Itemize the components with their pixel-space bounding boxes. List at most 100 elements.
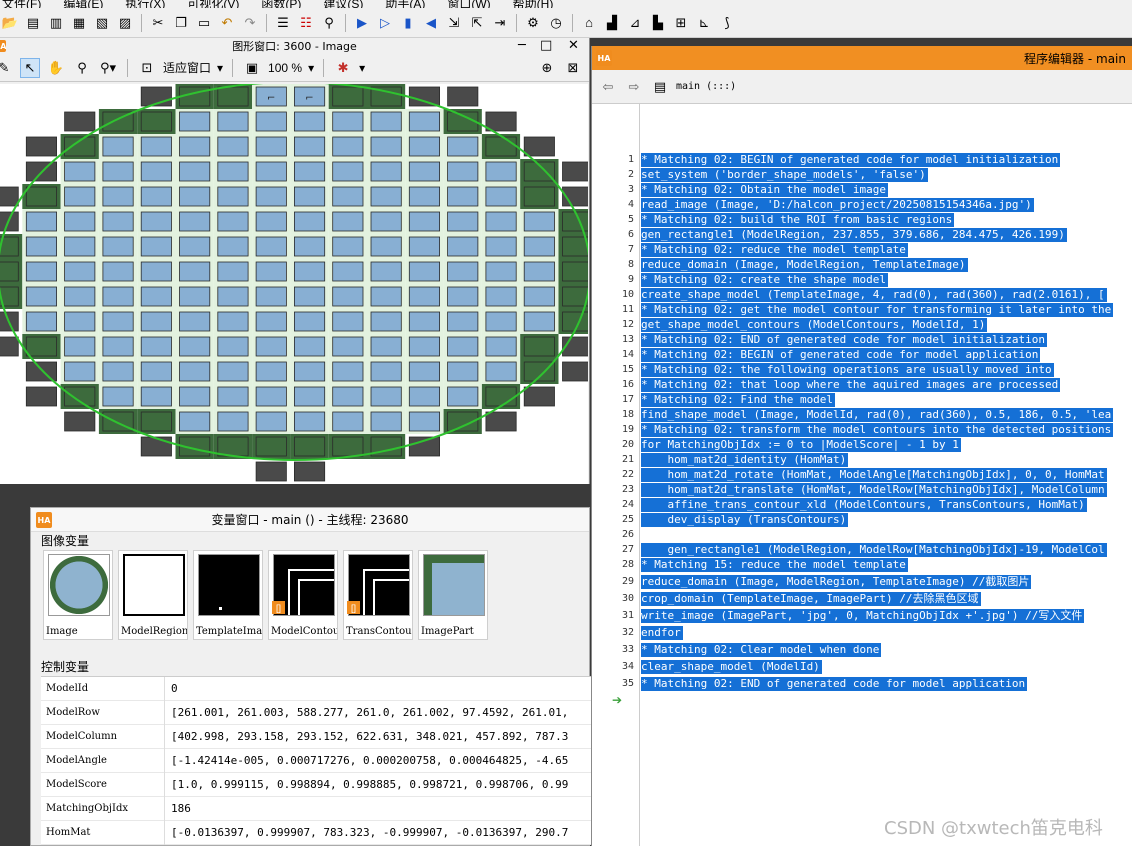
code-comment-line[interactable]: * Matching 02: build the ROI from basic …	[641, 213, 955, 227]
code-line[interactable]: clear_shape_model (ModelId)	[641, 660, 822, 674]
export-icon[interactable]: ▨	[115, 13, 135, 33]
code-line[interactable]: for MatchingObjIdx := 0 to |ModelScore| …	[641, 438, 961, 452]
code-line[interactable]: hom_mat2d_rotate (HomMat, ModelAngle[Mat…	[641, 468, 1107, 482]
save-all-icon[interactable]: ▥	[46, 13, 66, 33]
hand-icon[interactable]: ✋	[46, 58, 66, 78]
step-over-icon[interactable]: ⇥	[490, 13, 510, 33]
stop-icon[interactable]: ▮	[398, 13, 418, 33]
ocr-icon[interactable]: ⟆	[717, 13, 737, 33]
code-comment-line[interactable]: * Matching 02: BEGIN of generated code f…	[641, 153, 1061, 167]
iconic-var-imagepart[interactable]: ImagePart	[418, 550, 488, 640]
save-icon[interactable]: ▤	[23, 13, 43, 33]
insert-icon[interactable]: ☰	[273, 13, 293, 33]
code-comment-line[interactable]: * Matching 02: get the model contour for…	[641, 303, 1114, 317]
step-icon[interactable]: ▷	[375, 13, 395, 33]
code-line[interactable]: hom_mat2d_identity (HomMat)	[641, 453, 849, 467]
debug-icon[interactable]: ⚙	[523, 13, 543, 33]
code-line[interactable]: endfor	[641, 626, 683, 640]
control-var-row[interactable]: MatchingObjIdx 186	[41, 796, 591, 821]
features-icon[interactable]: ⊾	[694, 13, 714, 33]
plot-icon[interactable]: ▙	[648, 13, 668, 33]
fit-window-dropdown[interactable]: 适应窗口	[163, 59, 211, 76]
code-line[interactable]: create_shape_model (TemplateImage, 4, ra…	[641, 288, 1107, 302]
code-line[interactable]: dev_display (TransContours)	[641, 513, 849, 527]
chevron-down-icon[interactable]: ▾	[359, 61, 365, 75]
code-comment-line[interactable]: * Matching 02: that loop where the aquir…	[641, 378, 1061, 392]
control-var-row[interactable]: ModelScore [1.0, 0.999115, 0.998894, 0.99…	[41, 772, 591, 797]
iconic-var-templateimage[interactable]: TemplateImage	[193, 550, 263, 640]
procedure-selector[interactable]: main (:::)	[676, 81, 736, 92]
code-comment-line[interactable]: * Matching 02: the following operations …	[641, 363, 1054, 377]
code-comment-line[interactable]: * Matching 02: Obtain the model image	[641, 183, 889, 197]
code-comment-line[interactable]: * Matching 15: reduce the model template	[641, 558, 908, 572]
code-area[interactable]: * Matching 02: BEGIN of generated code f…	[640, 104, 1132, 846]
code-line[interactable]: set_system ('border_shape_models', 'fals…	[641, 168, 928, 182]
code-line[interactable]: get_shape_model_contours (ModelContours,…	[641, 318, 988, 332]
undo-icon[interactable]: ↶	[217, 13, 237, 33]
assistant-icon[interactable]: ⌂	[579, 13, 599, 33]
code-comment-line[interactable]: * Matching 02: create the shape model	[641, 273, 889, 287]
profiler-icon[interactable]: ◷	[546, 13, 566, 33]
graphics-settings-icon[interactable]: ⊠	[563, 58, 583, 78]
zoom-level-dropdown[interactable]: 100 %	[268, 61, 302, 75]
chevron-down-icon[interactable]: ▾	[217, 61, 223, 75]
control-var-row[interactable]: ModelId 0	[41, 676, 591, 701]
code-line[interactable]: gen_rectangle1 (ModelRegion, 237.855, 37…	[641, 228, 1067, 242]
delete-icon[interactable]: ☷	[296, 13, 316, 33]
open-icon[interactable]: 📂	[0, 13, 20, 33]
redo-icon[interactable]: ↷	[240, 13, 260, 33]
copy-icon[interactable]: ❐	[171, 13, 191, 33]
code-line[interactable]: reduce_domain (Image, ModelRegion, Templ…	[641, 258, 968, 272]
cut-icon[interactable]: ✂	[148, 13, 168, 33]
step-into-icon[interactable]: ⇲	[444, 13, 464, 33]
back-arrow-icon[interactable]: ⇦	[598, 77, 618, 97]
code-line[interactable]: affine_trans_contour_xld (ModelContours,…	[641, 498, 1087, 512]
code-comment-line[interactable]: * Matching 02: BEGIN of generated code f…	[641, 348, 1041, 362]
code-comment-line[interactable]: * Matching 02: END of generated code for…	[641, 677, 1028, 691]
maximize-icon[interactable]: □	[540, 38, 552, 53]
reset-icon[interactable]: ◀	[421, 13, 441, 33]
chevron-down-icon[interactable]: ▾	[308, 61, 314, 75]
code-comment-line[interactable]: * Matching 02: Clear model when done	[641, 643, 882, 657]
browse-icon[interactable]: ▦	[69, 13, 89, 33]
code-line[interactable]: reduce_domain (Image, ModelRegion, Templ…	[641, 575, 1032, 589]
image-canvas[interactable]: ⌐ ⌐	[0, 84, 588, 484]
zoom-icon[interactable]: ⚲	[72, 58, 92, 78]
zoom-level-icon[interactable]: ▣	[242, 58, 262, 78]
control-var-row[interactable]: ModelAngle [-1.42414e-005, 0.000717276, 0…	[41, 748, 591, 773]
iconic-var-modelregion[interactable]: ModelRegion	[118, 550, 188, 640]
iconic-var-transcontours[interactable]: [] TransContours	[343, 550, 413, 640]
control-var-row[interactable]: ModelRow [261.001, 261.003, 588.277, 261.…	[41, 700, 591, 725]
histogram-icon[interactable]: ▟	[602, 13, 622, 33]
paint-icon[interactable]: ✎	[0, 58, 14, 78]
forward-arrow-icon[interactable]: ⇨	[624, 77, 644, 97]
print-icon[interactable]: ▧	[92, 13, 112, 33]
iconic-var-modelcontours[interactable]: [] ModelContours	[268, 550, 338, 640]
fit-icon[interactable]: ⊡	[137, 58, 157, 78]
step-out-icon[interactable]: ⇱	[467, 13, 487, 33]
run-icon[interactable]: ▶	[352, 13, 372, 33]
find-icon[interactable]: ⚲	[319, 13, 339, 33]
code-line[interactable]: read_image (Image, 'D:/halcon_project/20…	[641, 198, 1034, 212]
code-line[interactable]: hom_mat2d_translate (HomMat, ModelRow[Ma…	[641, 483, 1107, 497]
zoom-window-icon[interactable]: ⊞	[671, 13, 691, 33]
pin-icon[interactable]: ⊕	[537, 58, 557, 78]
color-icon[interactable]: ✱	[333, 58, 353, 78]
pointer-icon[interactable]: ↖	[20, 57, 40, 78]
procedure-icon[interactable]: ▤	[650, 77, 670, 97]
code-comment-line[interactable]: * Matching 02: transform the model conto…	[641, 423, 1114, 437]
minimize-icon[interactable]: ─	[518, 38, 526, 53]
iconic-var-image[interactable]: Image	[43, 550, 113, 640]
code-comment-line[interactable]: * Matching 02: reduce the model template	[641, 243, 908, 257]
code-line[interactable]: crop_domain (TemplateImage, ImagePart) /…	[641, 592, 981, 606]
code-comment-line[interactable]: * Matching 02: END of generated code for…	[641, 333, 1047, 347]
code-line[interactable]: find_shape_model (Image, ModelId, rad(0)…	[641, 408, 1114, 422]
close-icon[interactable]: ✕	[568, 38, 579, 53]
zoom-dropdown-icon[interactable]: ⚲▾	[98, 58, 118, 78]
paste-icon[interactable]: ▭	[194, 13, 214, 33]
control-var-row[interactable]: ModelColumn [402.998, 293.158, 293.152, 6…	[41, 724, 591, 749]
code-line[interactable]: write_image (ImagePart, 'jpg', 0, Matchi…	[641, 609, 1085, 623]
control-var-row[interactable]: HomMat [-0.0136397, 0.999907, 783.323, -0…	[41, 820, 591, 845]
line-profile-icon[interactable]: ⊿	[625, 13, 645, 33]
code-line[interactable]: gen_rectangle1 (ModelRegion, ModelRow[Ma…	[641, 543, 1107, 557]
